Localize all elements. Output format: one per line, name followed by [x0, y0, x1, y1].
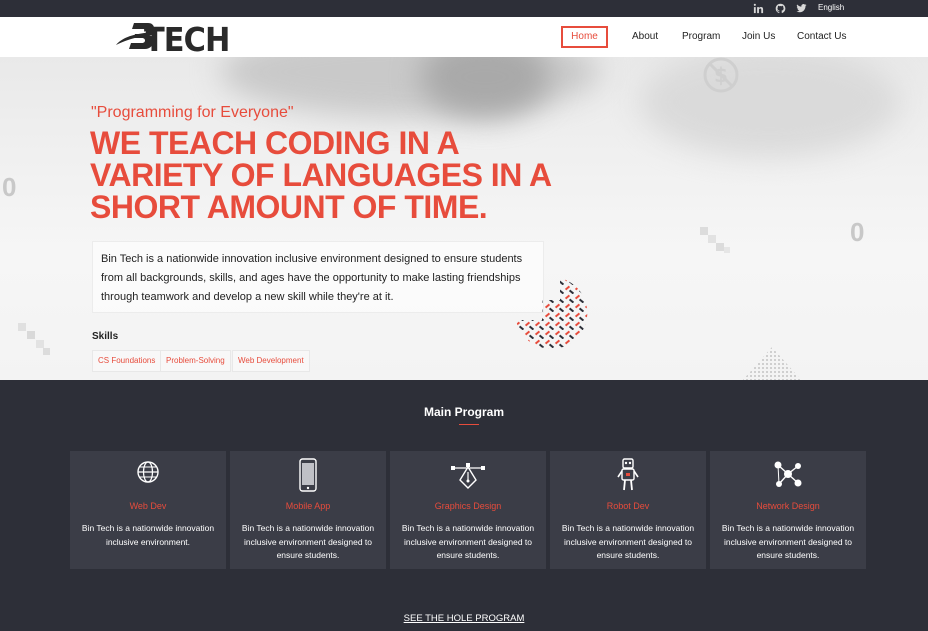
robot-icon — [550, 458, 706, 491]
smartphone-icon — [230, 458, 386, 492]
skill-chip[interactable]: CS Foundations — [92, 350, 162, 372]
nav-about[interactable]: About — [632, 27, 658, 47]
card-title: Network Design — [756, 501, 820, 511]
nav-contact-us[interactable]: Contact Us — [797, 27, 846, 47]
see-program-link[interactable]: SEE THE HOLE PROGRAM — [0, 613, 928, 624]
no-dollar-icon: $ — [703, 57, 739, 93]
logo[interactable]: TECH — [114, 19, 254, 59]
decor-pixels — [18, 323, 50, 355]
card-description: Bin Tech is a nationwide innovation incl… — [241, 523, 375, 560]
program-card-web-dev[interactable]: Web Dev Bin Tech is a nationwide innovat… — [70, 451, 226, 569]
hero-tagline: "Programming for Everyone" — [91, 104, 294, 121]
card-title: Robot Dev — [606, 501, 650, 511]
github-icon[interactable] — [773, 1, 787, 15]
program-card-network-design[interactable]: Network Design Bin Tech is a nationwide … — [710, 451, 866, 569]
linkedin-icon[interactable] — [751, 1, 765, 15]
globe-icon — [70, 460, 226, 490]
brand-name: TECH — [144, 20, 230, 59]
svg-text:$: $ — [714, 63, 728, 87]
hero-headline: WE TEACH CODING IN A VARIETY OF LANGUAGE… — [90, 125, 551, 225]
skill-chip[interactable]: Web Development — [232, 350, 310, 372]
skills-title: Skills — [92, 331, 119, 342]
section-divider — [459, 424, 479, 425]
decor-digit: 0 — [850, 217, 865, 247]
hero-section: $ 0 0 "Programming for Everyone" WE TEAC… — [0, 57, 928, 380]
nav-program[interactable]: Program — [682, 27, 720, 47]
card-title: Graphics Design — [434, 501, 502, 511]
card-title: Web Dev — [129, 501, 167, 511]
card-description: Bin Tech is a nationwide innovation incl… — [721, 523, 855, 560]
card-title: Mobile App — [285, 501, 331, 511]
program-card-robot-dev[interactable]: Robot Dev Bin Tech is a nationwide innov… — [550, 451, 706, 569]
card-description: Bin Tech is a nationwide innovation incl… — [401, 523, 535, 560]
program-card-graphics-design[interactable]: Graphics Design Bin Tech is a nationwide… — [390, 451, 546, 569]
network-icon — [710, 460, 866, 490]
twitter-icon[interactable] — [794, 1, 808, 15]
language-selector[interactable]: English — [818, 3, 844, 12]
navbar: TECH Home About Program Join Us Contact … — [0, 17, 928, 59]
decor-digit: 0 — [2, 172, 17, 202]
decor-triangle-pattern — [742, 347, 802, 380]
skill-chip[interactable]: Problem-Solving — [160, 350, 231, 372]
hero-description: Bin Tech is a nationwide innovation incl… — [92, 241, 544, 313]
hero-background-shape — [640, 57, 900, 157]
top-bar: English — [0, 0, 928, 17]
program-card-mobile-app[interactable]: Mobile App Bin Tech is a nationwide inno… — [230, 451, 386, 569]
nav-home[interactable]: Home — [561, 26, 608, 48]
card-description: Bin Tech is a nationwide innovation incl… — [561, 523, 695, 560]
decor-pixels — [700, 227, 730, 253]
section-title: Main Program — [423, 405, 504, 419]
card-description: Bin Tech is a nationwide innovation incl… — [81, 523, 215, 547]
nav-join-us[interactable]: Join Us — [742, 27, 775, 47]
pen-tool-icon — [390, 460, 546, 490]
